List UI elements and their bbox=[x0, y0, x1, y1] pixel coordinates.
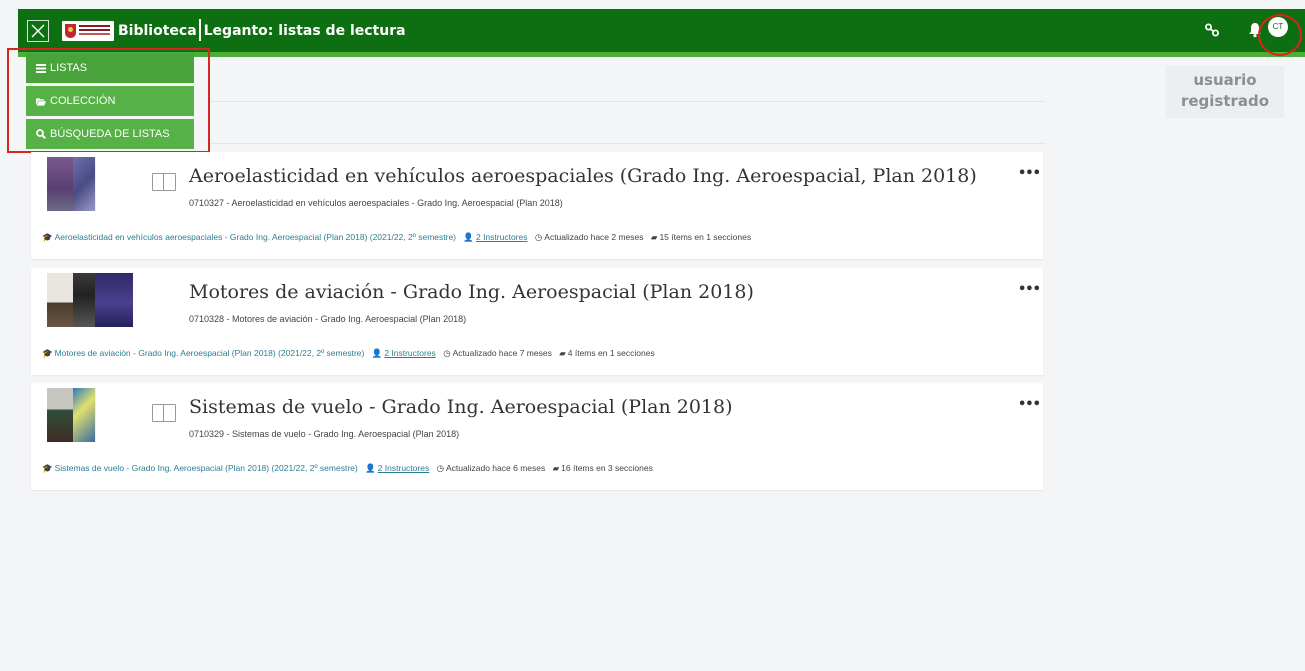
university-logo bbox=[62, 21, 114, 41]
more-options-button[interactable]: ••• bbox=[1018, 282, 1041, 297]
items-count: 4 ítems en 1 secciones bbox=[567, 348, 655, 358]
link-icon[interactable] bbox=[1204, 22, 1220, 38]
bell-icon[interactable] bbox=[1248, 22, 1262, 38]
list-cover-thumbnail bbox=[47, 273, 133, 327]
items-count: 16 ítems en 3 secciones bbox=[561, 463, 653, 473]
navigation-menu: LISTAS COLECCIÓN BÚSQUEDA DE LISTAS bbox=[26, 53, 194, 152]
book-icon: ▰ bbox=[552, 463, 560, 473]
menu-item-label: LISTAS bbox=[50, 62, 88, 74]
clock-icon: ◷ bbox=[436, 463, 444, 473]
annotation-label: usuario registrado bbox=[1166, 66, 1284, 118]
course-link[interactable]: Sistemas de vuelo - Grado Ing. Aeroespac… bbox=[55, 463, 358, 473]
list-title[interactable]: Sistemas de vuelo - Grado Ing. Aeroespac… bbox=[189, 396, 733, 418]
list-subtitle: 0710329 - Sistemas de vuelo - Grado Ing.… bbox=[189, 429, 460, 439]
updated-text: Actualizado hace 7 meses bbox=[452, 348, 552, 358]
menu-item-label: COLECCIÓN bbox=[50, 95, 116, 107]
folder-icon bbox=[36, 97, 46, 106]
updated-text: Actualizado hace 6 meses bbox=[446, 463, 546, 473]
book-icon: ▰ bbox=[650, 232, 658, 242]
menu-item-listas[interactable]: LISTAS bbox=[26, 53, 194, 83]
brand-leganto: Leganto: listas de lectura bbox=[203, 23, 406, 39]
list-title[interactable]: Aeroelasticidad en vehículos aeroespacia… bbox=[189, 165, 977, 187]
list-subtitle: 0710327 - Aeroelasticidad en vehículos a… bbox=[189, 198, 563, 208]
brand-divider bbox=[198, 19, 201, 41]
top-navigation-bar: Biblioteca Leganto: listas de lectura bbox=[18, 9, 1305, 52]
book-icon bbox=[152, 404, 176, 422]
graduation-cap-icon: 🎓 bbox=[42, 232, 53, 242]
user-icon: 👤 bbox=[365, 463, 376, 473]
more-options-button[interactable]: ••• bbox=[1018, 166, 1041, 181]
instructors-link[interactable]: 2 Instructores bbox=[476, 232, 528, 242]
divider bbox=[210, 101, 1046, 102]
instructors-link[interactable]: 2 Instructores bbox=[378, 463, 430, 473]
reading-list-card[interactable]: Sistemas de vuelo - Grado Ing. Aeroespac… bbox=[31, 383, 1043, 490]
list-icon bbox=[36, 63, 46, 73]
app-title[interactable]: Biblioteca Leganto: listas de lectura bbox=[118, 19, 406, 43]
user-icon: 👤 bbox=[463, 232, 474, 242]
graduation-cap-icon: 🎓 bbox=[42, 348, 53, 358]
annotation-line-1: usuario bbox=[1193, 71, 1257, 89]
list-meta: 🎓 Aeroelasticidad en vehículos aeroespaci… bbox=[42, 232, 751, 243]
list-cover-thumbnail bbox=[47, 157, 176, 211]
updated-text: Actualizado hace 2 meses bbox=[544, 232, 644, 242]
reading-list-card[interactable]: Motores de aviación - Grado Ing. Aeroesp… bbox=[31, 268, 1043, 375]
course-link[interactable]: Motores de aviación - Grado Ing. Aeroesp… bbox=[55, 348, 365, 358]
close-icon bbox=[31, 24, 45, 38]
list-title[interactable]: Motores de aviación - Grado Ing. Aeroesp… bbox=[189, 281, 754, 303]
menu-item-coleccion[interactable]: COLECCIÓN bbox=[26, 86, 194, 116]
divider bbox=[210, 143, 1046, 144]
reading-list-card[interactable]: Aeroelasticidad en vehículos aeroespacia… bbox=[31, 152, 1043, 259]
topbar-accent-strip bbox=[18, 52, 1305, 57]
items-count: 15 ítems en 1 secciones bbox=[659, 232, 752, 242]
annotation-line-2: registrado bbox=[1180, 92, 1270, 110]
book-icon bbox=[152, 173, 176, 191]
list-subtitle: 0710328 - Motores de aviación - Grado In… bbox=[189, 314, 467, 324]
menu-toggle-button[interactable] bbox=[27, 20, 49, 42]
graduation-cap-icon: 🎓 bbox=[42, 463, 53, 473]
book-icon: ▰ bbox=[559, 348, 566, 358]
course-link[interactable]: Aeroelasticidad en vehículos aeroespacia… bbox=[55, 232, 456, 242]
user-icon: 👤 bbox=[371, 348, 383, 358]
clock-icon: ◷ bbox=[534, 232, 543, 242]
list-cover-thumbnail bbox=[47, 388, 176, 442]
instructors-link[interactable]: 2 Instructores bbox=[384, 348, 436, 358]
list-meta: 🎓 Motores de aviación - Grado Ing. Aeroes… bbox=[42, 348, 655, 359]
user-avatar[interactable]: CT bbox=[1268, 17, 1288, 37]
more-options-button[interactable]: ••• bbox=[1018, 397, 1041, 412]
clock-icon: ◷ bbox=[443, 348, 451, 358]
brand-biblioteca: Biblioteca bbox=[118, 23, 197, 39]
search-icon bbox=[36, 129, 46, 140]
list-meta: 🎓 Sistemas de vuelo - Grado Ing. Aeroespa… bbox=[42, 463, 653, 474]
menu-item-busqueda-de-listas[interactable]: BÚSQUEDA DE LISTAS bbox=[26, 119, 194, 149]
menu-item-label: BÚSQUEDA DE LISTAS bbox=[50, 128, 170, 140]
